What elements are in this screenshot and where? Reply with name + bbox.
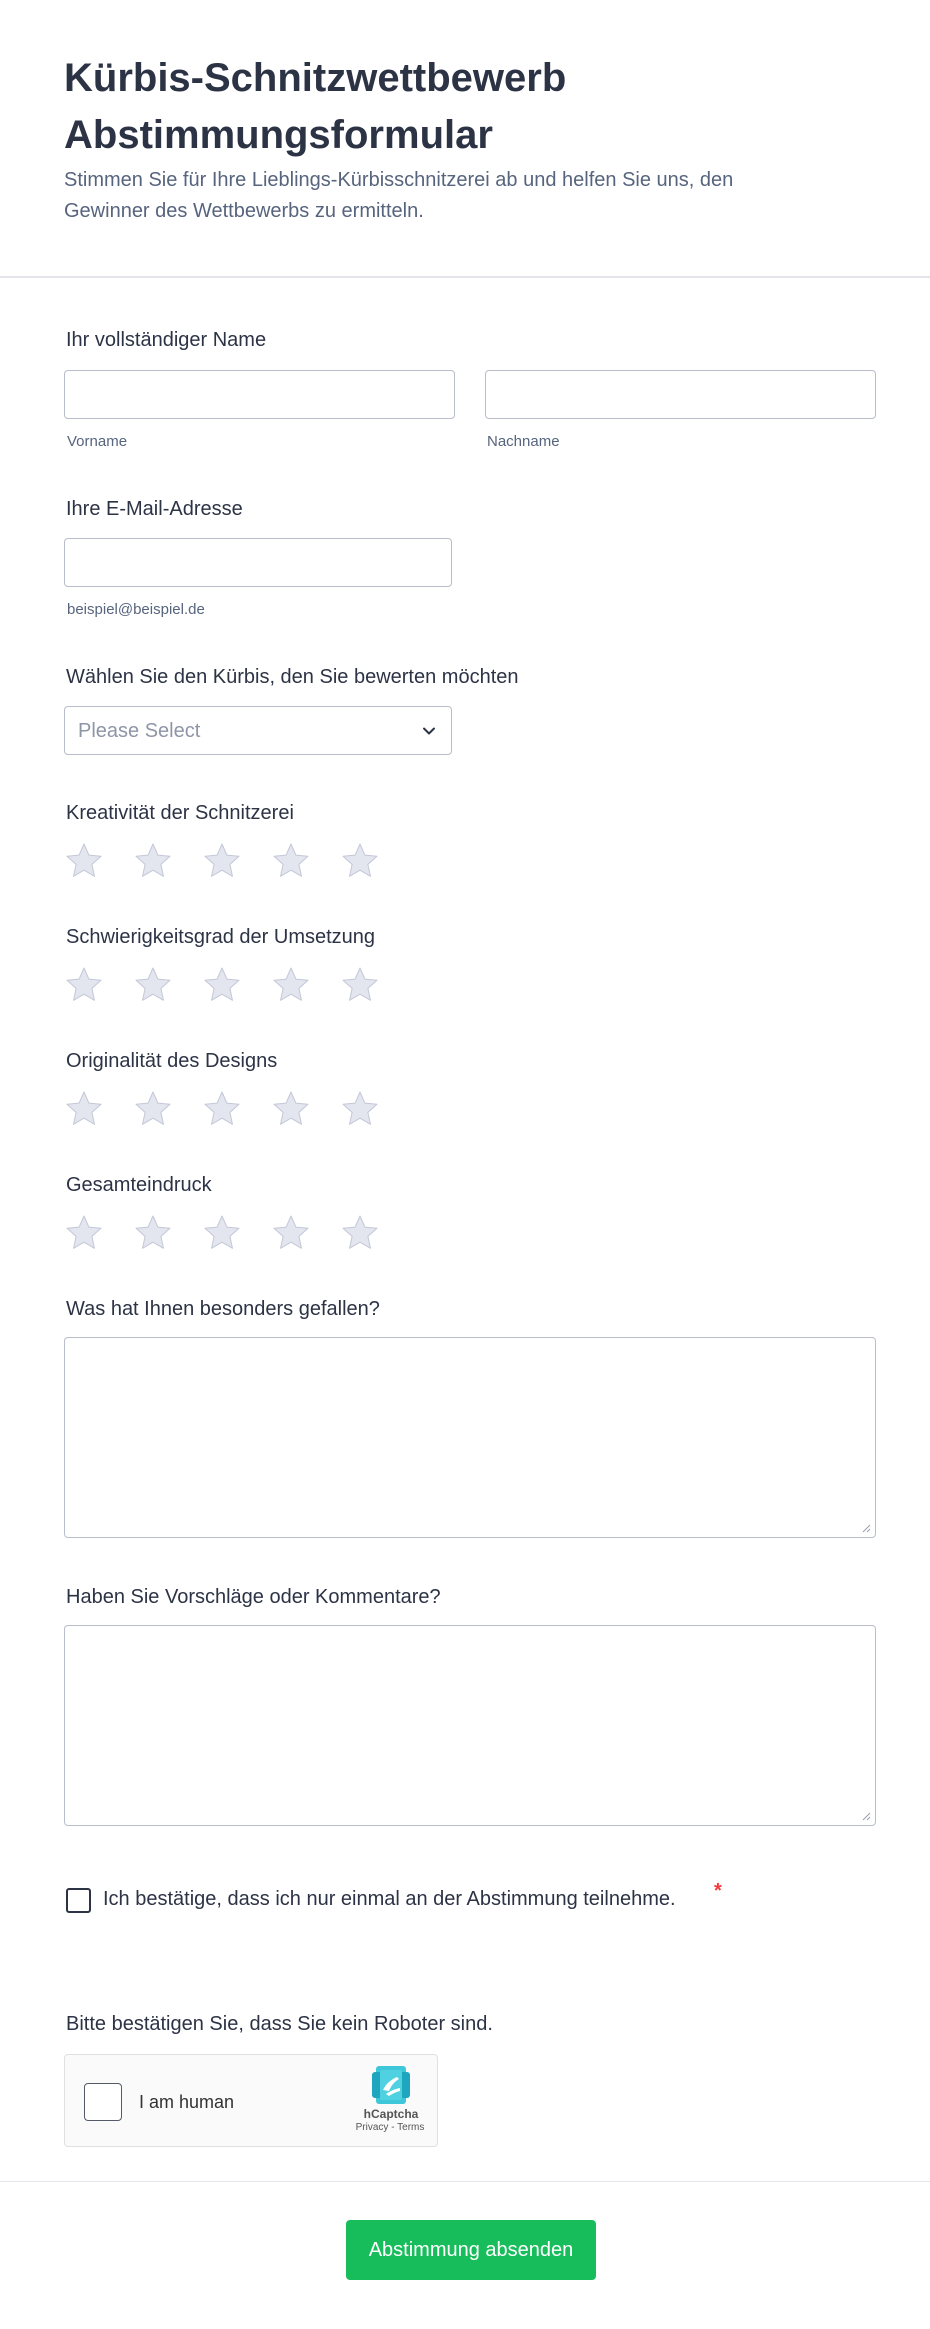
required-marker: * xyxy=(714,1880,722,1902)
captcha-checkbox-label: I am human xyxy=(139,2092,235,2112)
star-icon[interactable] xyxy=(202,965,242,1005)
email-sublabel: beispiel@beispiel.de xyxy=(67,601,205,618)
rating-difficulty[interactable] xyxy=(64,965,404,1005)
pumpkin-select-value: Please Select xyxy=(78,720,201,742)
star-icon[interactable] xyxy=(202,841,242,881)
page-title: Kürbis-Schnitzwettbewerb Abstimmungsform… xyxy=(64,56,567,157)
resize-grip-icon[interactable] xyxy=(861,1523,871,1533)
name-label: Ihr vollständiger Name xyxy=(66,329,267,351)
resize-grip-icon[interactable] xyxy=(861,1811,871,1821)
star-icon[interactable] xyxy=(202,1213,242,1253)
rating-overall[interactable] xyxy=(64,1213,404,1253)
last-name-input[interactable] xyxy=(485,370,876,419)
liked-textarea[interactable] xyxy=(64,1337,876,1538)
star-icon[interactable] xyxy=(64,841,104,881)
star-icon[interactable] xyxy=(64,1089,104,1129)
comments-textarea[interactable] xyxy=(64,1625,876,1826)
star-icon[interactable] xyxy=(271,1089,311,1129)
star-icon[interactable] xyxy=(340,841,380,881)
footer-divider xyxy=(0,2181,930,2182)
captcha-checkbox[interactable] xyxy=(84,2083,122,2121)
rating-creativity[interactable] xyxy=(64,841,404,881)
star-icon[interactable] xyxy=(202,1089,242,1129)
form-header: Kürbis-Schnitzwettbewerb Abstimmungsform… xyxy=(0,0,930,278)
rating-label-originality: Originalität des Designs xyxy=(66,1050,278,1072)
star-icon[interactable] xyxy=(271,841,311,881)
star-icon[interactable] xyxy=(64,1213,104,1253)
star-icon[interactable] xyxy=(271,1213,311,1253)
submit-button[interactable]: Abstimmung absenden xyxy=(346,2220,596,2280)
star-icon[interactable] xyxy=(133,965,173,1005)
comments-label: Haben Sie Vorschläge oder Kommentare? xyxy=(66,1586,441,1608)
rating-originality[interactable] xyxy=(64,1089,404,1129)
email-label: Ihre E-Mail-Adresse xyxy=(66,498,243,520)
chevron-down-icon xyxy=(423,727,435,735)
last-name-sublabel: Nachname xyxy=(487,433,560,450)
rating-label-creativity: Kreativität der Schnitzerei xyxy=(66,802,294,824)
star-icon[interactable] xyxy=(133,841,173,881)
email-input[interactable] xyxy=(64,538,452,587)
star-icon[interactable] xyxy=(271,965,311,1005)
captcha-brand: hCaptcha xyxy=(363,2107,419,2121)
first-name-input[interactable] xyxy=(64,370,455,419)
liked-label: Was hat Ihnen besonders gefallen? xyxy=(66,1298,380,1320)
star-icon[interactable] xyxy=(340,965,380,1005)
captcha-label: Bitte bestätigen Sie, dass Sie kein Robo… xyxy=(66,2013,493,2035)
confirm-label: Ich bestätige, dass ich nur einmal an de… xyxy=(103,1888,676,1910)
confirm-checkbox[interactable] xyxy=(66,1888,91,1913)
captcha-links[interactable]: Privacy - Terms xyxy=(347,2122,433,2133)
rating-label-overall: Gesamteindruck xyxy=(66,1174,212,1196)
star-icon[interactable] xyxy=(133,1213,173,1253)
pumpkin-label: Wählen Sie den Kürbis, den Sie bewerten … xyxy=(66,666,519,688)
star-icon[interactable] xyxy=(64,965,104,1005)
pumpkin-select[interactable]: Please Select xyxy=(64,706,452,755)
star-icon[interactable] xyxy=(133,1089,173,1129)
first-name-sublabel: Vorname xyxy=(67,433,128,450)
rating-label-difficulty: Schwierigkeitsgrad der Umsetzung xyxy=(66,926,376,948)
hcaptcha-logo-icon xyxy=(372,2066,410,2104)
page-subtitle: Stimmen Sie für Ihre Lieblings-Kürbissch… xyxy=(64,169,734,222)
star-icon[interactable] xyxy=(340,1089,380,1129)
hcaptcha-widget: I am human hCaptcha Privacy - Terms xyxy=(64,2054,438,2147)
star-icon[interactable] xyxy=(340,1213,380,1253)
